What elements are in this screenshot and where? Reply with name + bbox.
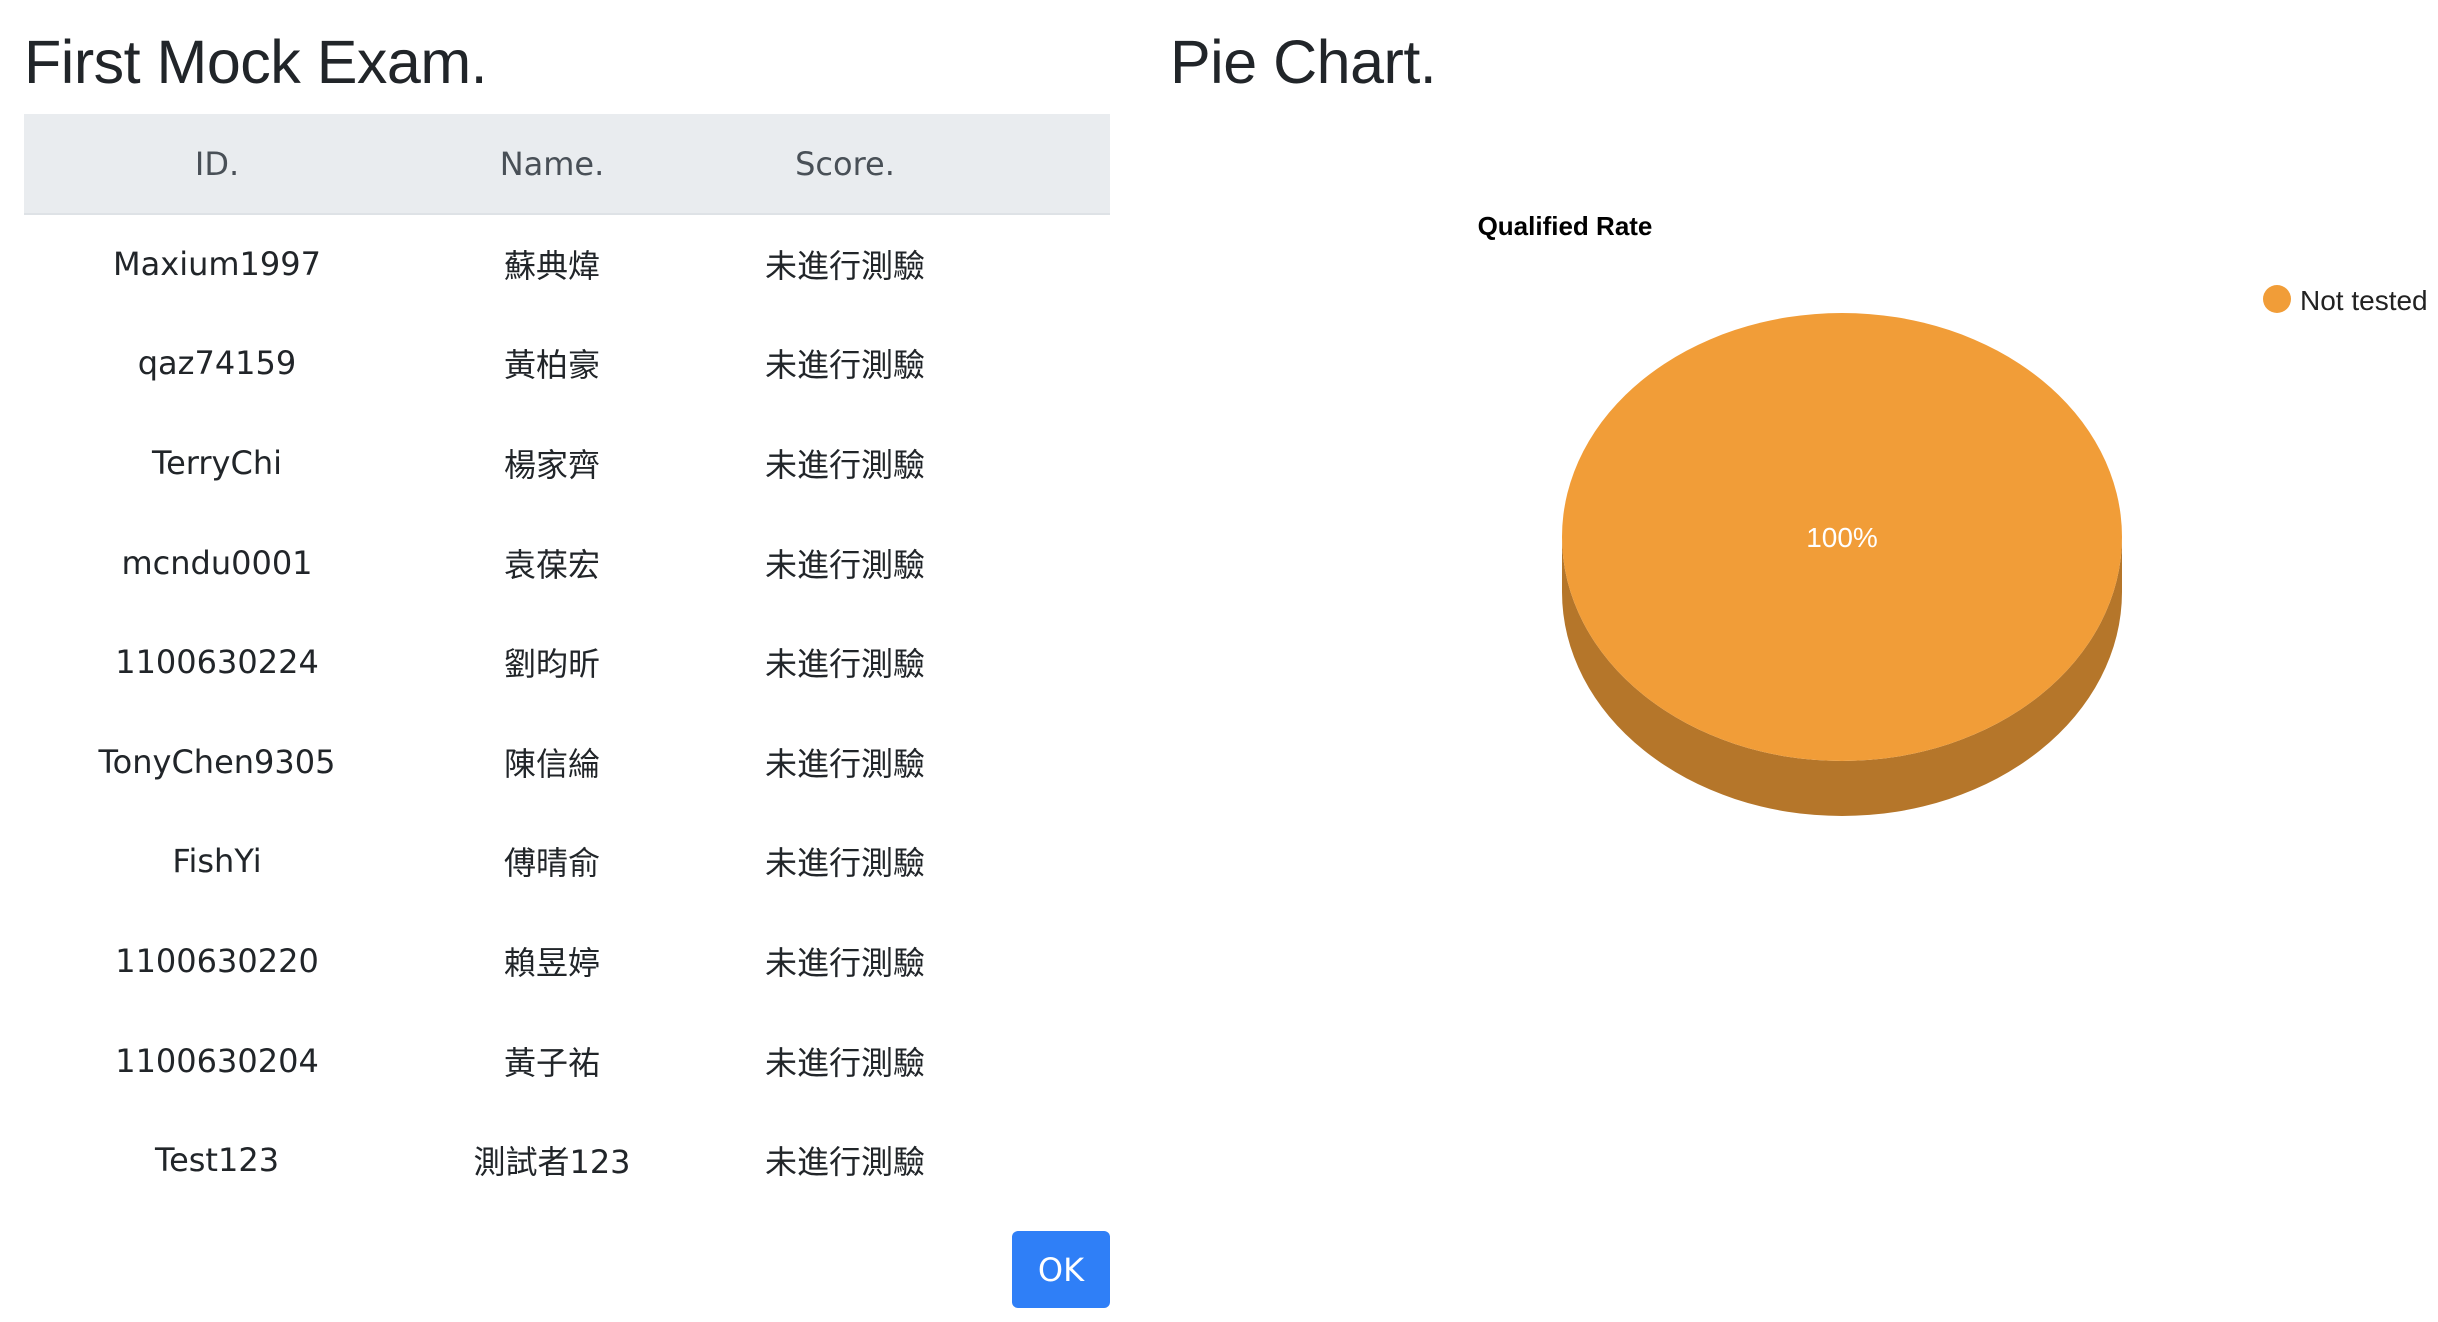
cell-score: 未進行測驗 (764, 1043, 925, 1082)
cell-score: 未進行測驗 (764, 346, 925, 385)
cell-spacer (996, 712, 1110, 812)
cell-score: 未進行測驗 (764, 445, 925, 484)
cell-name: 袁葆宏 (503, 545, 600, 584)
cell-score: 未進行測驗 (764, 844, 925, 883)
cell-id: qaz74159 (137, 344, 297, 383)
page: First Mock Exam. ID. Name. Score. Maxium… (0, 0, 2438, 1322)
cell-id: TonyChen9305 (98, 742, 336, 781)
pie-slices (1562, 313, 2122, 816)
table-row: FishYi 傅晴俞 未進行測驗 (24, 812, 1110, 912)
table-header-row: ID. Name. Score. (24, 114, 1110, 214)
column-header-score: Score. (795, 144, 895, 183)
table-row: qaz74159 黃柏豪 未進行測驗 (24, 314, 1110, 414)
cell-id: 1100630220 (115, 941, 319, 980)
table-header: ID. Name. Score. (24, 114, 1110, 214)
cell-score: 未進行測驗 (764, 247, 925, 286)
table-row: TonyChen9305 陳信綸 未進行測驗 (24, 712, 1110, 812)
cell-id: 1100630224 (115, 643, 319, 682)
cell-spacer (996, 1011, 1110, 1111)
table-row: Test123 測試者123 未進行測驗 (24, 1110, 1110, 1210)
legend-item-label: Not tested (2300, 285, 2428, 316)
exam-title: First Mock Exam. (24, 28, 488, 96)
cell-spacer (996, 612, 1110, 712)
cell-name: 黃子祐 (503, 1043, 600, 1082)
scores-table: ID. Name. Score. Maxium1997 蘇典煒 未進行測驗 qa… (24, 114, 1110, 1210)
column-header-id: ID. (194, 144, 240, 183)
cell-spacer (996, 1110, 1110, 1210)
exam-panel: First Mock Exam. ID. Name. Score. Maxium… (24, 0, 1110, 1322)
cell-name: 測試者123 (473, 1143, 631, 1182)
chart-panel: Pie Chart. Qualified Rate Not tested 100… (1170, 0, 2438, 1322)
table-row: 1100630204 黃子祐 未進行測驗 (24, 1011, 1110, 1111)
cell-score: 未進行測驗 (764, 645, 925, 684)
pie-chart: Qualified Rate Not tested 100% (1478, 211, 2428, 816)
cell-name: 蘇典煒 (503, 247, 600, 286)
table-row: TerryChi 楊家齊 未進行測驗 (24, 413, 1110, 513)
cell-name: 賴昱婷 (503, 943, 600, 982)
cell-spacer (996, 214, 1110, 314)
cell-name: 傅晴俞 (503, 844, 600, 883)
cell-id: mcndu0001 (121, 543, 313, 582)
table-body: Maxium1997 蘇典煒 未進行測驗 qaz74159 黃柏豪 未進行測驗 … (24, 214, 1110, 1210)
cell-id: FishYi (172, 842, 262, 881)
slice-data-label: 100% (1806, 522, 1878, 553)
cell-spacer (996, 812, 1110, 912)
cell-id: TerryChi (152, 443, 282, 482)
cell-spacer (996, 513, 1110, 613)
table-row: mcndu0001 袁葆宏 未進行測驗 (24, 513, 1110, 613)
table-row: 1100630220 賴昱婷 未進行測驗 (24, 911, 1110, 1011)
cell-spacer (996, 413, 1110, 513)
cell-name: 楊家齊 (503, 445, 600, 484)
column-header-spacer (996, 114, 1110, 214)
column-header-name: Name. (499, 144, 605, 183)
ok-button[interactable]: OK (1012, 1231, 1110, 1308)
cell-score: 未進行測驗 (764, 744, 925, 783)
cell-id: Maxium1997 (113, 245, 321, 284)
cell-id: Test123 (154, 1141, 280, 1180)
table-row: Maxium1997 蘇典煒 未進行測驗 (24, 214, 1110, 314)
cell-name: 劉昀昕 (503, 645, 600, 684)
cell-spacer (996, 314, 1110, 414)
cell-spacer (996, 911, 1110, 1011)
table-row: 1100630224 劉昀昕 未進行測驗 (24, 612, 1110, 712)
cell-score: 未進行測驗 (764, 545, 925, 584)
cell-score: 未進行測驗 (764, 1143, 925, 1182)
chart-legend[interactable]: Not tested (2263, 285, 2428, 316)
cell-id: 1100630204 (115, 1041, 319, 1080)
chart-title: Qualified Rate (1478, 211, 1653, 241)
legend-marker (2263, 285, 2291, 313)
cell-score: 未進行測驗 (764, 943, 925, 982)
cell-name: 陳信綸 (503, 744, 600, 783)
cell-name: 黃柏豪 (503, 346, 600, 385)
